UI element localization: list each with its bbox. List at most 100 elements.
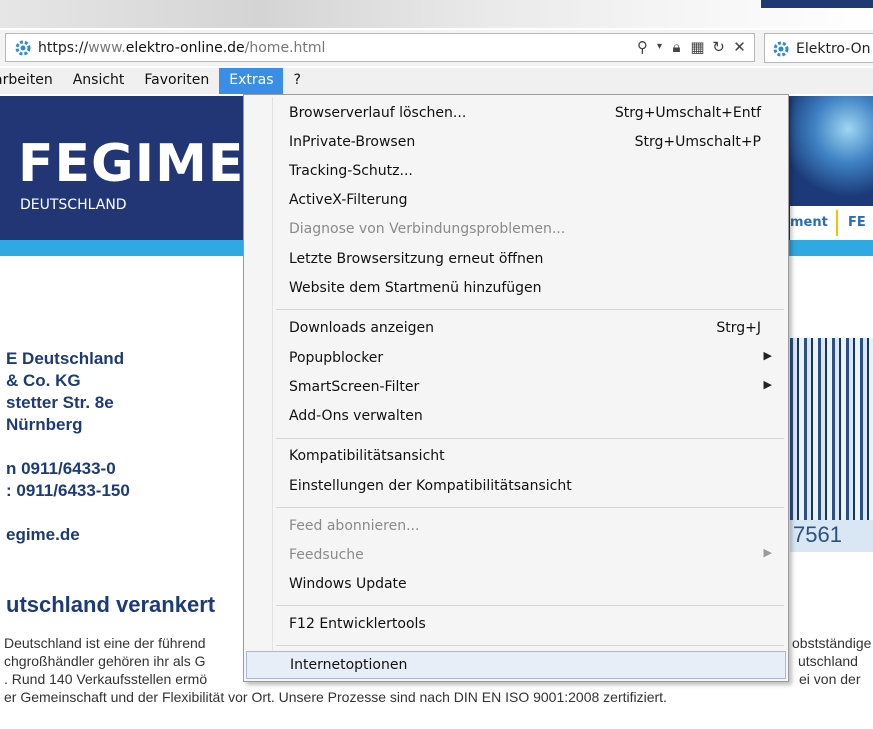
menu-item-label: Windows Update <box>289 576 407 592</box>
menu-item-label: Letzte Browsersitzung erneut öffnen <box>289 251 544 267</box>
url-www: www. <box>88 40 126 56</box>
menu-separator <box>276 507 784 508</box>
menu-item-label: Popupblocker <box>289 350 384 366</box>
address-fax: : 0911/6433-150 <box>6 481 130 500</box>
menu-item-downloads[interactable]: Downloads anzeigen Strg+J <box>246 315 786 343</box>
para-line-left: er Gemeinschaft und der Flexibilität vor… <box>4 689 667 705</box>
corner-decoration <box>761 0 873 8</box>
menu-item-label: Internetoptionen <box>290 657 408 673</box>
address-bar[interactable]: https://www.elektro-online.de/home.html … <box>5 33 755 62</box>
tab-favicon-icon <box>773 41 789 57</box>
section-heading: utschland verankert <box>6 592 216 617</box>
browser-tab[interactable]: Elektro-On <box>764 33 873 63</box>
menu-help[interactable]: ? <box>283 68 310 94</box>
para-line-right: obstständige <box>792 635 872 651</box>
address-line: & Co. KG <box>6 371 81 390</box>
menu-item-popup-blocker[interactable]: Popupblocker ▶ <box>246 345 786 373</box>
para-line-left: chgroßhändler gehören ihr als G <box>4 653 206 669</box>
submenu-arrow-icon: ▶ <box>763 349 772 362</box>
menu-item-compatibility-settings[interactable]: Einstellungen der Kompatibilitätsansicht <box>246 473 786 501</box>
menu-item-label: Kompatibilitätsansicht <box>289 448 445 464</box>
menu-item-label: InPrivate-Browsen <box>289 134 416 150</box>
para-line-right: utschland <box>798 653 858 669</box>
menu-item-tracking-protection[interactable]: Tracking-Schutz... <box>246 158 786 186</box>
menu-item-label: Feedsuche <box>289 547 364 563</box>
site-nav-partial: ment FE <box>790 206 873 240</box>
site-logo[interactable]: FEGIME <box>18 134 244 194</box>
menu-item-smartscreen[interactable]: SmartScreen-Filter ▶ <box>246 374 786 402</box>
menu-item-diagnose-connection: Diagnose von Verbindungsproblemen... <box>246 216 786 244</box>
barcode-number: 7561 <box>793 522 842 547</box>
menu-item-internet-options[interactable]: Internetoptionen <box>246 651 786 679</box>
nav-link-partial-1[interactable]: ment <box>790 215 828 230</box>
menu-favorites[interactable]: Favoriten <box>134 68 219 94</box>
lock-icon[interactable]: 🔒︎ <box>668 37 685 57</box>
menu-item-f12-devtools[interactable]: F12 Entwicklertools <box>246 611 786 639</box>
menu-item-label: Website dem Startmenü hinzufügen <box>289 280 542 296</box>
url-text[interactable]: https://www.elektro-online.de/home.html <box>38 40 325 56</box>
menu-separator <box>276 438 784 439</box>
menu-item-subscribe-feed: Feed abonnieren... <box>246 513 786 541</box>
menu-item-label: Downloads anzeigen <box>289 320 435 336</box>
menu-extras[interactable]: Extras <box>219 68 284 94</box>
menu-item-label: Browserverlauf löschen... <box>289 105 467 121</box>
top-photo-strip <box>0 0 873 28</box>
menu-item-label: Add-Ons verwalten <box>289 408 423 424</box>
submenu-arrow-icon: ▶ <box>763 546 772 559</box>
menu-item-label: SmartScreen-Filter <box>289 379 420 395</box>
menu-item-activex-filtering[interactable]: ActiveX-Filterung <box>246 187 786 215</box>
close-icon[interactable]: ✕ <box>731 37 748 57</box>
menu-item-shortcut: Strg+Umschalt+P <box>634 134 761 150</box>
para-line-left: Deutschland ist eine der führend <box>4 635 206 651</box>
address-spacer <box>6 502 130 524</box>
submenu-arrow-icon: ▶ <box>763 378 772 391</box>
menu-item-reopen-session[interactable]: Letzte Browsersitzung erneut öffnen <box>246 246 786 274</box>
refresh-icon[interactable]: ↻ <box>710 37 727 57</box>
menu-separator <box>276 605 784 606</box>
menu-edit[interactable]: arbeiten <box>0 68 63 94</box>
menu-item-shortcut: Strg+Umschalt+Entf <box>614 105 761 121</box>
url-protocol: https:// <box>38 40 89 56</box>
nav-separator <box>836 210 838 236</box>
address-line: stetter Str. 8e <box>6 393 114 412</box>
menu-item-label: ActiveX-Filterung <box>289 192 408 208</box>
menu-item-label: Feed abonnieren... <box>289 518 420 534</box>
menu-item-manage-addons[interactable]: Add-Ons verwalten <box>246 403 786 431</box>
menu-bar: arbeiten Ansicht Favoriten Extras ? <box>0 68 873 94</box>
menu-item-label: Einstellungen der Kompatibilitätsansicht <box>289 478 572 494</box>
address-web[interactable]: egime.de <box>6 524 130 546</box>
search-icon[interactable]: ⚲ <box>634 37 651 57</box>
address-phone: n 0911/6433-0 <box>6 459 116 478</box>
menu-item-label: F12 Entwicklertools <box>289 616 426 632</box>
url-path: /home.html <box>244 40 326 56</box>
address-bar-row: https://www.elektro-online.de/home.html … <box>0 30 873 66</box>
site-favicon-icon <box>15 40 31 56</box>
compatibility-view-icon[interactable]: ▦ <box>689 37 706 57</box>
menu-item-label: Tracking-Schutz... <box>289 163 413 179</box>
para-line-right: ei von der <box>799 671 861 687</box>
para-line: er Gemeinschaft und der Flexibilität vor… <box>4 688 873 706</box>
company-address: E Deutschland & Co. KG stetter Str. 8e N… <box>6 348 130 546</box>
address-spacer <box>6 436 130 458</box>
menu-item-label: Diagnose von Verbindungsproblemen... <box>289 221 566 237</box>
nav-link-partial-2[interactable]: FE <box>848 215 866 230</box>
menu-item-inprivate[interactable]: InPrivate-Browsen Strg+Umschalt+P <box>246 129 786 157</box>
site-logo-subtitle: DEUTSCHLAND <box>20 197 127 213</box>
menu-item-compatibility-view[interactable]: Kompatibilitätsansicht <box>246 443 786 471</box>
url-domain: elektro-online.de <box>125 40 245 56</box>
extras-dropdown-menu: Browserverlauf löschen... Strg+Umschalt+… <box>243 94 789 682</box>
menu-item-feed-discovery: Feedsuche ▶ <box>246 542 786 570</box>
menu-view[interactable]: Ansicht <box>63 68 135 94</box>
menu-item-shortcut: Strg+J <box>716 320 761 336</box>
search-dropdown-icon[interactable]: ▾ <box>655 37 664 57</box>
menu-item-add-to-start[interactable]: Website dem Startmenü hinzufügen <box>246 275 786 303</box>
header-photo <box>790 96 873 206</box>
menu-item-windows-update[interactable]: Windows Update <box>246 571 786 599</box>
address-bar-tools: ⚲ ▾ 🔒︎ ▦ ↻ ✕ <box>634 37 748 57</box>
para-line-left: . Rund 140 Verkaufsstellen ermö <box>4 671 208 687</box>
address-line: E Deutschland <box>6 349 125 368</box>
menu-item-clear-history[interactable]: Browserverlauf löschen... Strg+Umschalt+… <box>246 100 786 128</box>
tab-title: Elektro-On <box>796 41 871 57</box>
menu-separator <box>276 309 784 310</box>
menu-separator <box>276 645 784 646</box>
